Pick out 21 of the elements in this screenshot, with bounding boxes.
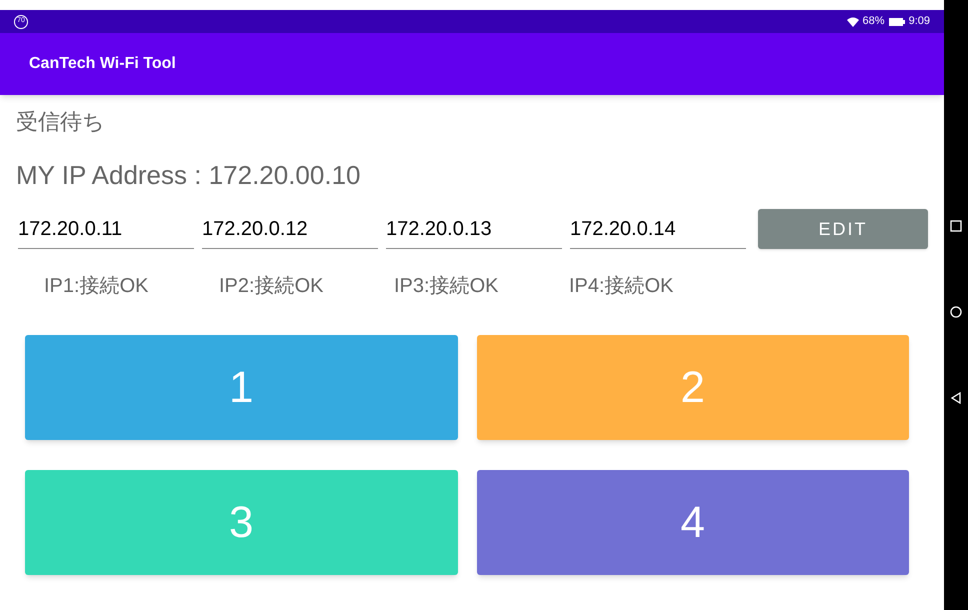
- app-title: CanTech Wi-Fi Tool: [29, 54, 176, 74]
- connection-status: IP1:接続OK: [44, 274, 150, 299]
- number-button[interactable]: 1: [25, 335, 458, 440]
- wifi-icon: [846, 16, 859, 26]
- ip-input-field[interactable]: 172.20.0.14: [570, 214, 746, 249]
- home-icon[interactable]: [950, 306, 962, 318]
- connection-status: IP4:接続OK: [569, 274, 674, 299]
- status-text: 受信待ち: [16, 108, 106, 136]
- my-ip-text: MY IP Address : 172.20.00.10: [16, 159, 362, 191]
- number-button[interactable]: 4: [476, 470, 909, 575]
- ip-input-field[interactable]: 172.20.0.12: [202, 214, 378, 249]
- edit-button[interactable]: EDIT: [758, 209, 928, 249]
- square-icon[interactable]: [950, 220, 962, 232]
- connection-status: IP2:接続OK: [219, 274, 324, 299]
- ip-input-field[interactable]: 172.20.0.13: [386, 214, 562, 249]
- clock: 9:09: [908, 14, 930, 30]
- ip-input-field[interactable]: 172.20.0.11: [18, 214, 194, 249]
- connection-status: IP3:接続OK: [394, 274, 500, 299]
- battery-level: 68%: [862, 14, 885, 30]
- back-icon[interactable]: [950, 392, 962, 404]
- battery-icon: [888, 18, 905, 26]
